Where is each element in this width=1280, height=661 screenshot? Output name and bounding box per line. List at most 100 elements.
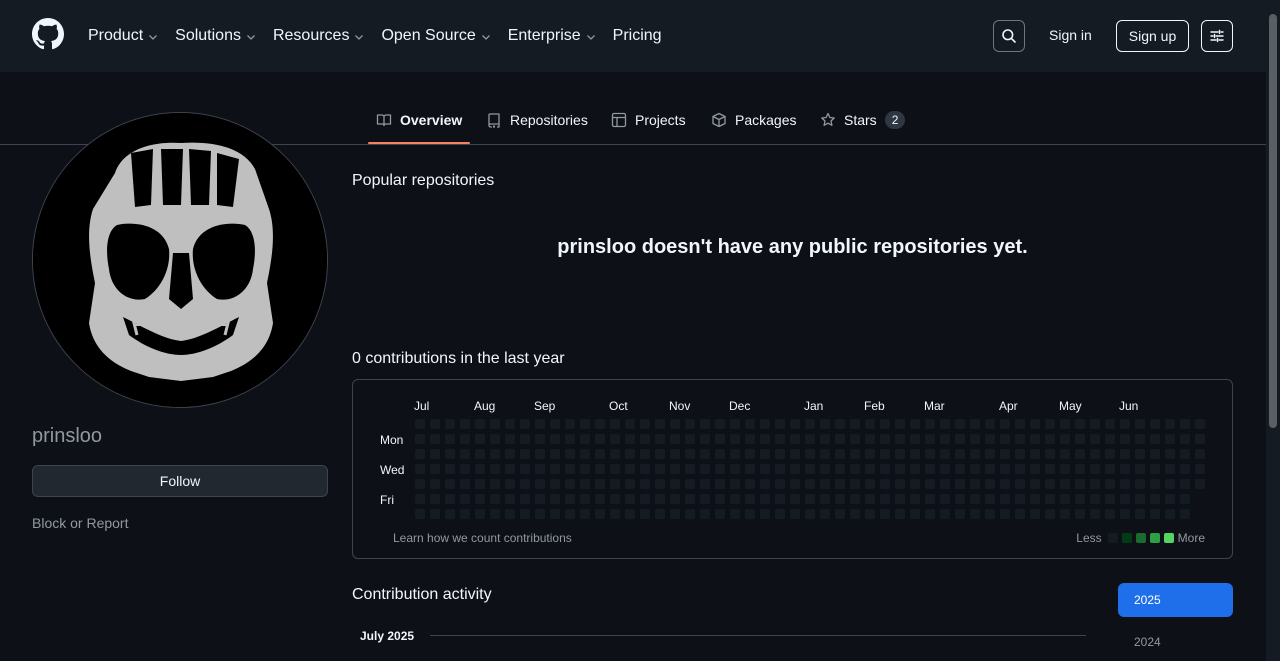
contribution-day-cell[interactable] [520, 494, 530, 504]
contribution-day-cell[interactable] [910, 464, 920, 474]
contribution-day-cell[interactable] [460, 494, 470, 504]
contribution-day-cell[interactable] [955, 419, 965, 429]
contribution-day-cell[interactable] [1195, 479, 1205, 489]
contribution-day-cell[interactable] [505, 464, 515, 474]
nav-solutions[interactable]: Solutions [175, 24, 257, 48]
contribution-day-cell[interactable] [655, 434, 665, 444]
nav-open-source[interactable]: Open Source [381, 24, 491, 48]
contribution-day-cell[interactable] [790, 479, 800, 489]
contribution-day-cell[interactable] [805, 479, 815, 489]
contribution-day-cell[interactable] [745, 449, 755, 459]
contribution-day-cell[interactable] [1165, 479, 1175, 489]
contribution-day-cell[interactable] [1030, 449, 1040, 459]
contribution-day-cell[interactable] [940, 449, 950, 459]
learn-contributions-link[interactable]: Learn how we count contributions [393, 531, 572, 545]
contribution-day-cell[interactable] [595, 509, 605, 519]
contribution-day-cell[interactable] [1165, 494, 1175, 504]
contribution-day-cell[interactable] [685, 479, 695, 489]
contribution-day-cell[interactable] [490, 509, 500, 519]
contribution-day-cell[interactable] [670, 449, 680, 459]
contribution-day-cell[interactable] [685, 509, 695, 519]
contribution-day-cell[interactable] [865, 419, 875, 429]
contribution-day-cell[interactable] [625, 434, 635, 444]
contribution-day-cell[interactable] [1195, 434, 1205, 444]
contribution-day-cell[interactable] [640, 434, 650, 444]
contribution-day-cell[interactable] [1030, 464, 1040, 474]
contribution-day-cell[interactable] [1105, 434, 1115, 444]
contribution-day-cell[interactable] [580, 494, 590, 504]
contribution-day-cell[interactable] [550, 494, 560, 504]
contribution-day-cell[interactable] [970, 479, 980, 489]
contribution-day-cell[interactable] [985, 464, 995, 474]
contribution-day-cell[interactable] [640, 419, 650, 429]
avatar[interactable] [32, 112, 328, 408]
contribution-day-cell[interactable] [865, 509, 875, 519]
contribution-day-cell[interactable] [520, 509, 530, 519]
contribution-day-cell[interactable] [580, 434, 590, 444]
contribution-day-cell[interactable] [490, 464, 500, 474]
contribution-day-cell[interactable] [595, 494, 605, 504]
contribution-day-cell[interactable] [505, 419, 515, 429]
contribution-day-cell[interactable] [775, 509, 785, 519]
contribution-day-cell[interactable] [730, 419, 740, 429]
contribution-day-cell[interactable] [1000, 419, 1010, 429]
contribution-day-cell[interactable] [1060, 509, 1070, 519]
contribution-day-cell[interactable] [985, 434, 995, 444]
contribution-day-cell[interactable] [490, 449, 500, 459]
contribution-day-cell[interactable] [1180, 434, 1190, 444]
contribution-day-cell[interactable] [565, 479, 575, 489]
contribution-day-cell[interactable] [625, 419, 635, 429]
contribution-day-cell[interactable] [850, 494, 860, 504]
contribution-day-cell[interactable] [850, 464, 860, 474]
contribution-day-cell[interactable] [1195, 449, 1205, 459]
contribution-day-cell[interactable] [1135, 464, 1145, 474]
contribution-day-cell[interactable] [1150, 509, 1160, 519]
contribution-day-cell[interactable] [445, 509, 455, 519]
contribution-day-cell[interactable] [535, 509, 545, 519]
contribution-day-cell[interactable] [475, 464, 485, 474]
contribution-day-cell[interactable] [1090, 434, 1100, 444]
nav-pricing[interactable]: Pricing [613, 24, 662, 48]
contribution-day-cell[interactable] [790, 464, 800, 474]
contribution-day-cell[interactable] [595, 449, 605, 459]
contribution-day-cell[interactable] [1045, 494, 1055, 504]
contribution-day-cell[interactable] [520, 419, 530, 429]
contribution-day-cell[interactable] [580, 479, 590, 489]
contribution-day-cell[interactable] [895, 494, 905, 504]
contribution-day-cell[interactable] [535, 419, 545, 429]
contribution-day-cell[interactable] [745, 434, 755, 444]
contribution-day-cell[interactable] [1120, 434, 1130, 444]
contribution-day-cell[interactable] [820, 464, 830, 474]
contribution-day-cell[interactable] [1135, 479, 1145, 489]
contribution-day-cell[interactable] [1000, 494, 1010, 504]
contribution-day-cell[interactable] [715, 419, 725, 429]
contribution-day-cell[interactable] [940, 464, 950, 474]
contribution-day-cell[interactable] [745, 494, 755, 504]
contribution-day-cell[interactable] [925, 479, 935, 489]
follow-button[interactable]: Follow [32, 465, 328, 497]
contribution-day-cell[interactable] [1075, 419, 1085, 429]
contribution-day-cell[interactable] [1030, 509, 1040, 519]
contribution-day-cell[interactable] [835, 449, 845, 459]
contribution-day-cell[interactable] [565, 494, 575, 504]
contribution-day-cell[interactable] [1120, 419, 1130, 429]
contribution-day-cell[interactable] [1015, 419, 1025, 429]
contribution-day-cell[interactable] [730, 449, 740, 459]
contribution-day-cell[interactable] [1180, 449, 1190, 459]
contribution-day-cell[interactable] [1015, 509, 1025, 519]
contribution-day-cell[interactable] [760, 434, 770, 444]
contribution-day-cell[interactable] [415, 494, 425, 504]
contribution-day-cell[interactable] [1090, 419, 1100, 429]
contribution-day-cell[interactable] [1150, 464, 1160, 474]
contribution-day-cell[interactable] [1090, 509, 1100, 519]
contribution-day-cell[interactable] [655, 464, 665, 474]
contribution-day-cell[interactable] [1060, 434, 1070, 444]
contribution-day-cell[interactable] [1030, 434, 1040, 444]
contribution-day-cell[interactable] [895, 434, 905, 444]
contribution-day-cell[interactable] [925, 434, 935, 444]
search-button[interactable] [993, 20, 1025, 52]
contribution-day-cell[interactable] [580, 509, 590, 519]
contribution-day-cell[interactable] [1045, 509, 1055, 519]
contribution-day-cell[interactable] [970, 494, 980, 504]
nav-resources[interactable]: Resources [273, 24, 365, 48]
